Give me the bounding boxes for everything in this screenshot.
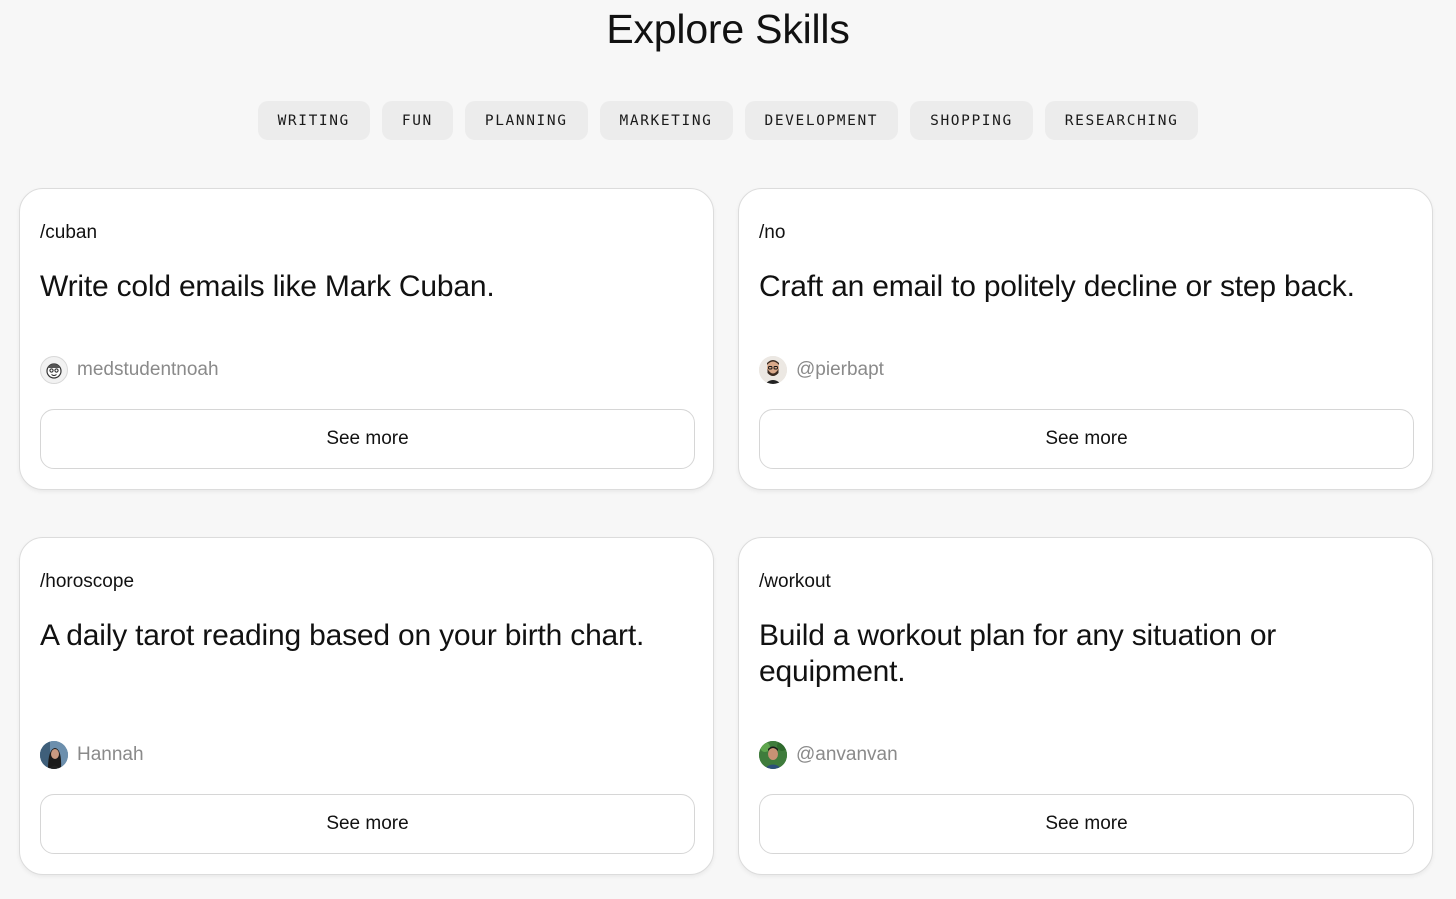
skill-description: Write cold emails like Mark Cuban. [40, 270, 495, 303]
skill-description: Build a workout plan for any situation o… [759, 619, 1277, 688]
filter-chip-marketing[interactable]: MARKETING [599, 101, 733, 140]
skill-command: /horoscope [40, 571, 135, 592]
man-outdoor-photo-avatar-icon [759, 741, 787, 769]
author-name: Hannah [77, 744, 144, 765]
author-name: @anvanvan [796, 744, 898, 765]
skill-author[interactable]: @pierbapt [759, 356, 884, 384]
filter-chip-writing[interactable]: WRITING [257, 101, 370, 140]
skill-description: Craft an email to politely decline or st… [759, 270, 1355, 303]
skill-command: /workout [759, 571, 831, 592]
skill-author[interactable]: @anvanvan [759, 741, 898, 769]
bearded-man-avatar-icon [759, 356, 787, 384]
woman-photo-avatar-icon [40, 741, 68, 769]
skill-author[interactable]: Hannah [40, 741, 144, 769]
cartoon-face-avatar-icon [40, 356, 68, 384]
explore-skills-page: Explore Skills WRITING FUN PLANNING MARK… [0, 0, 1456, 899]
filter-chip-shopping[interactable]: SHOPPING [910, 101, 1033, 140]
skill-command: /no [759, 222, 786, 243]
filter-chip-researching[interactable]: RESEARCHING [1044, 101, 1199, 140]
skill-description: A daily tarot reading based on your birt… [40, 619, 645, 652]
skill-card[interactable]: /horoscope A daily tarot reading based o… [19, 537, 714, 875]
see-more-button[interactable]: See more [40, 409, 695, 469]
filter-chip-development[interactable]: DEVELOPMENT [744, 101, 899, 140]
author-name: @pierbapt [796, 359, 884, 380]
skill-card[interactable]: /no Craft an email to politely decline o… [738, 188, 1433, 490]
filter-chip-planning[interactable]: PLANNING [464, 101, 588, 140]
see-more-button[interactable]: See more [40, 794, 695, 854]
author-name: medstudentnoah [77, 359, 219, 380]
skill-command: /cuban [40, 222, 98, 243]
filter-chip-fun[interactable]: FUN [381, 101, 453, 140]
skill-card[interactable]: /cuban Write cold emails like Mark Cuban… [19, 188, 714, 490]
see-more-button[interactable]: See more [759, 409, 1414, 469]
page-title: Explore Skills [606, 6, 850, 52]
skill-author[interactable]: medstudentnoah [40, 356, 219, 384]
see-more-button[interactable]: See more [759, 794, 1414, 854]
skill-card[interactable]: /workout Build a workout plan for any si… [738, 537, 1433, 875]
category-filter-bar: WRITING FUN PLANNING MARKETING DEVELOPME… [0, 101, 1456, 140]
